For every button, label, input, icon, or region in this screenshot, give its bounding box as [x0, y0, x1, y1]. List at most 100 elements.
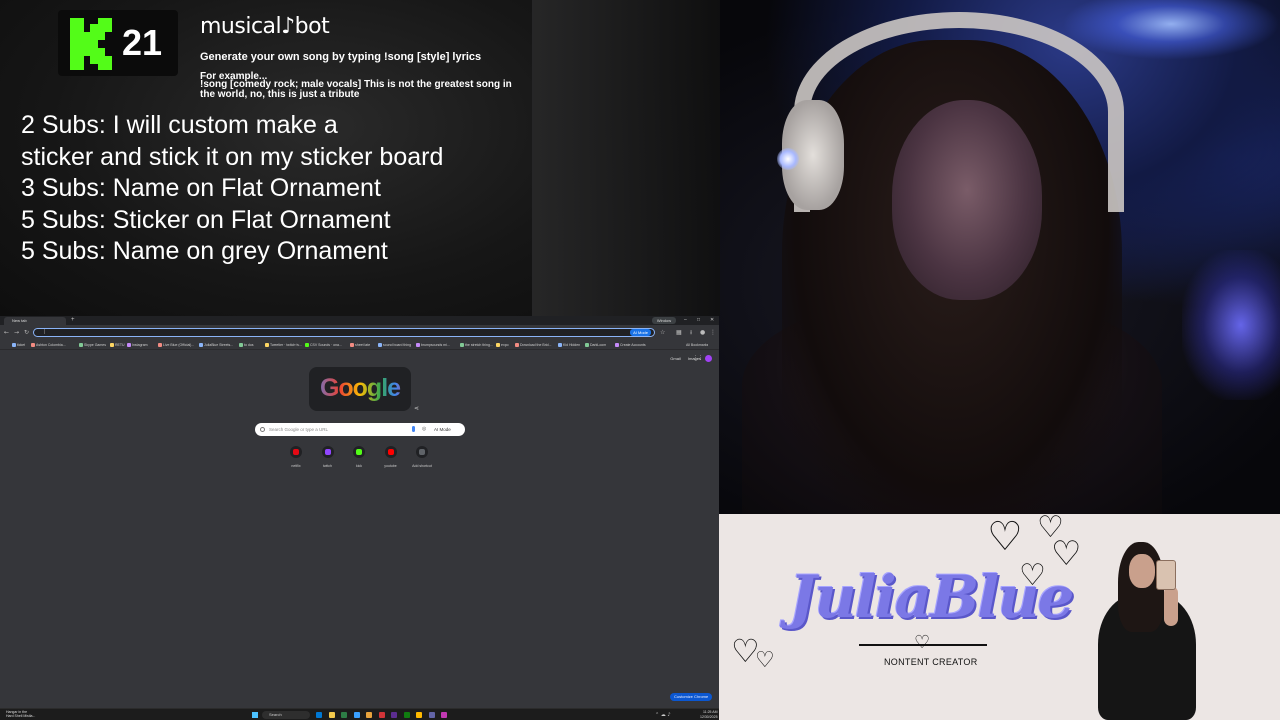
bookmark-item[interactable]: Skype Games — [79, 342, 106, 348]
clock-time: 11:25 AM — [703, 710, 718, 714]
bookmark-item[interactable]: Tweetier · twitch·tv... — [265, 342, 302, 348]
microphone-icon[interactable] — [412, 426, 415, 432]
shortcut-tile[interactable]: Add shortcut — [409, 446, 435, 469]
taskbar-app-icon[interactable] — [403, 712, 410, 718]
bookmark-item[interactable]: brumpsounds mi... — [416, 342, 450, 348]
weather-widget[interactable]: Hangar in the Hard Shell Mistla... — [6, 710, 35, 718]
bookmark-favicon-icon — [460, 343, 464, 347]
bookmark-item[interactable]: Download the Brid... — [515, 342, 552, 348]
bookmark-label: Create Accounts — [620, 343, 646, 347]
share-icon[interactable]: ⋖ — [414, 405, 419, 412]
taskbar-app-icon[interactable] — [416, 712, 422, 718]
bookmark-label: brumpsounds mi... — [421, 343, 450, 347]
taskbar-clock[interactable]: 11:25 AM 12/30/2025 — [700, 710, 718, 719]
bookmark-label: Download the Brid... — [520, 343, 552, 347]
shortcut-youtube-icon — [384, 446, 397, 458]
taskbar-app-icon[interactable] — [328, 712, 335, 718]
bookmark-item[interactable]: Create Accounts — [615, 342, 646, 348]
bookmark-item[interactable]: to dos — [239, 342, 254, 348]
bookmark-item[interactable]: sound board thing — [378, 342, 411, 348]
maximize-icon[interactable]: □ — [697, 316, 700, 325]
bookmark-item[interactable]: JuliaBlue Streets... — [199, 342, 233, 348]
shortcut-favicon-icon — [293, 449, 299, 455]
lens-camera-icon[interactable]: ◎ — [422, 423, 426, 436]
google-doodle[interactable]: Google — [309, 367, 411, 411]
bookmark-label: sheet late — [355, 343, 371, 347]
profile-icon[interactable]: ● — [700, 328, 705, 337]
downloads-icon[interactable]: ⭳ — [690, 328, 692, 337]
account-avatar[interactable] — [705, 355, 712, 362]
windows-start-icon[interactable] — [252, 712, 258, 718]
extensions-icon[interactable]: ▦ — [676, 328, 682, 337]
taskbar-app-icon[interactable] — [391, 712, 397, 718]
shortcut-label: twitch — [323, 464, 332, 468]
system-tray-icons[interactable]: ⌃ ☁ ♪ — [655, 711, 671, 719]
taskbar-app-icon[interactable] — [366, 712, 372, 718]
taskbar-app-icon[interactable] — [353, 712, 360, 718]
bookmark-favicon-icon — [127, 343, 131, 347]
new-tab-button[interactable]: + — [71, 316, 75, 325]
taskbar-search-box[interactable]: Search — [262, 711, 310, 719]
bookmark-item[interactable]: RETU — [110, 342, 125, 348]
shortcut-label: youtube — [384, 464, 397, 468]
search-ai-mode-button[interactable]: AI Mode — [434, 423, 451, 436]
tab-new-tab[interactable]: New tab — [4, 317, 66, 325]
google-apps-icon[interactable]: ⋮⋮ — [693, 356, 703, 361]
shortcut-tile[interactable]: youtube — [378, 446, 404, 469]
taskbar-app-icon[interactable] — [428, 712, 435, 718]
bookmark-label: Ashton Colombia... — [36, 343, 66, 347]
sub-goal-line: 5 Subs: Sticker on Flat Ornament — [21, 205, 391, 234]
menu-icon[interactable]: ⋮ — [710, 328, 716, 337]
stream-info-overlay: 21 musical♪bot Generate your own song by… — [0, 0, 532, 316]
heart-outline-icon: ♡ — [987, 514, 1023, 560]
taskbar-app-icon[interactable] — [341, 712, 347, 718]
clock-date: 12/30/2025 — [700, 714, 718, 719]
webcam-background-wall — [532, 0, 720, 316]
reload-icon[interactable]: ↻ — [24, 328, 29, 337]
shortcut-tile[interactable]: kick — [346, 446, 372, 469]
taskbar-app-icon[interactable] — [378, 712, 385, 718]
bookmark-favicon-icon — [496, 343, 500, 347]
bookmark-item[interactable]: the stretch thing... — [460, 342, 493, 348]
bookmark-item[interactable]: sheet late — [350, 342, 370, 348]
bookmark-item[interactable]: ticket — [12, 342, 25, 348]
close-icon[interactable]: ✕ — [710, 316, 714, 325]
all-bookmarks-button[interactable]: All Bookmarks — [686, 342, 708, 348]
minimize-icon[interactable]: – — [684, 316, 687, 325]
window-badge[interactable]: Window — [652, 317, 676, 324]
back-icon[interactable]: ← — [4, 328, 9, 337]
bookmark-favicon-icon — [305, 343, 309, 347]
bookmark-item[interactable]: Ashton Colombia... — [31, 342, 66, 348]
shortcut-favicon-icon — [356, 449, 362, 455]
customize-chrome-button[interactable]: Customize Chrome — [670, 693, 713, 701]
gmail-link[interactable]: Gmail — [670, 356, 680, 361]
bookmark-favicon-icon — [31, 343, 35, 347]
bookmark-label: Skype Games — [84, 343, 106, 347]
sub-goal-line: 5 Subs: Name on grey Ornament — [21, 237, 388, 265]
bookmark-favicon-icon — [110, 343, 114, 347]
taskbar-app-icon[interactable] — [316, 712, 322, 718]
shortcut-tile[interactable]: netflix — [283, 446, 309, 469]
shortcut-tile[interactable]: twitch — [315, 446, 341, 469]
bookmark-item[interactable]: Live Blue (Official)... — [158, 342, 194, 348]
shortcut-tiles: netflix twitch kick youtube Add shortcut — [283, 446, 439, 470]
address-bar[interactable]: | AI Mode — [33, 328, 655, 337]
bookmark-item[interactable]: Instagram — [127, 342, 148, 348]
bookmark-item[interactable]: expo — [496, 342, 509, 348]
headphones-led-icon — [777, 148, 799, 170]
google-search-box[interactable]: Search Google or type a URL ◎ AI Mode — [255, 423, 465, 436]
omnibox-ai-mode-button[interactable]: AI Mode — [630, 329, 651, 336]
shortcut-label: netflix — [291, 464, 301, 468]
stream-layout: 21 musical♪bot Generate your own song by… — [0, 0, 1280, 720]
blue-lamp-glow — [1182, 250, 1280, 400]
search-input[interactable]: Search Google or type a URL — [269, 423, 328, 436]
taskbar-app-icon[interactable] — [441, 712, 447, 718]
brand-name: JuliaBlue — [789, 563, 1074, 631]
bookmark-item[interactable]: DarkLoom — [585, 342, 606, 348]
bookmark-item[interactable]: Kid Hidden — [558, 342, 580, 348]
bookmark-star-icon[interactable]: ☆ — [660, 328, 665, 337]
bookmark-item[interactable]: CSV Sounds · ona... — [305, 342, 342, 348]
headphones-band — [794, 12, 1124, 212]
forward-icon[interactable]: → — [14, 328, 19, 337]
brand-tagline: NONTENT CREATOR — [884, 657, 978, 667]
